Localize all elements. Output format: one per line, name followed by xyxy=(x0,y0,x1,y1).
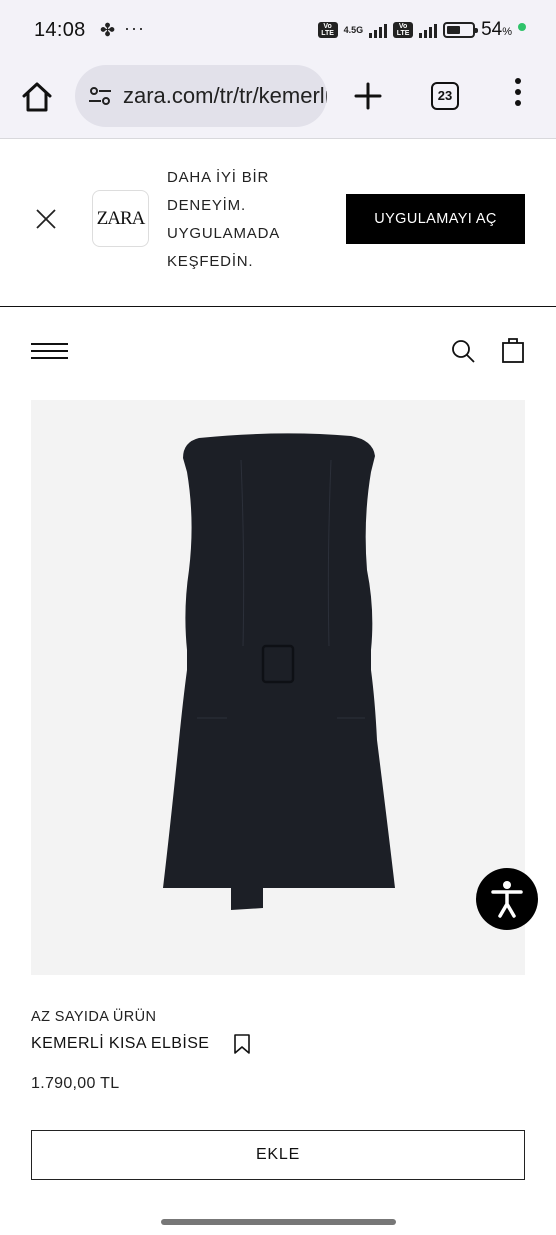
gesture-navigation-bar[interactable] xyxy=(161,1219,396,1225)
status-indicators: Vo LTE 4.5G Vo LTE 54% xyxy=(317,18,526,42)
close-icon[interactable] xyxy=(34,207,58,231)
banner-line: DAHA İYİ BİR xyxy=(167,169,270,186)
banner-line: DENEYİM. xyxy=(167,197,246,214)
product-image[interactable] xyxy=(31,400,525,975)
bookmark-icon[interactable] xyxy=(233,1034,251,1054)
stock-status-label: AZ SAYIDA ÜRÜN xyxy=(31,1009,157,1025)
add-to-cart-button[interactable]: EKLE xyxy=(31,1130,525,1180)
battery-percent: 54% xyxy=(481,19,512,40)
battery-icon xyxy=(443,22,479,38)
volte-icon-2: Vo LTE xyxy=(393,22,414,38)
network-type: 4.5G xyxy=(343,24,364,35)
volte-icon: Vo LTE xyxy=(317,22,338,38)
battery-fill xyxy=(447,26,461,34)
more-options-icon[interactable] xyxy=(510,78,526,114)
tab-switcher-button[interactable]: 23 xyxy=(431,82,459,110)
home-icon[interactable] xyxy=(20,80,54,114)
hamburger-menu-icon[interactable] xyxy=(31,343,68,359)
signal-icon-2 xyxy=(419,22,438,38)
accessibility-icon xyxy=(491,881,523,918)
shopping-bag-icon[interactable] xyxy=(500,336,526,364)
address-bar[interactable]: zara.com/tr/tr/kemerli-kisa xyxy=(75,65,327,127)
plus-icon[interactable] xyxy=(352,80,384,112)
site-settings-icon[interactable] xyxy=(87,83,113,109)
site-header xyxy=(0,308,556,398)
banner-line: UYGULAMADA xyxy=(167,225,281,242)
product-name: KEMERLİ KISA ELBİSE xyxy=(31,1035,210,1052)
charging-dot xyxy=(518,23,526,31)
zara-logo-text: ZARA xyxy=(96,207,146,229)
banner-message: DAHA İYİ BİR DENEYİM. UYGULAMADA KEŞFEDİ… xyxy=(167,164,327,276)
status-bar: 14:08 ✤ ··· Vo LTE 4.5G Vo LTE 54% xyxy=(0,0,556,60)
clover-icon: ✤ xyxy=(100,20,116,40)
banner-line: KEŞFEDİN. xyxy=(167,253,254,270)
search-icon[interactable] xyxy=(450,338,476,364)
open-app-button[interactable]: UYGULAMAYI AÇ xyxy=(346,194,525,244)
more-notifications-icon: ··· xyxy=(124,18,145,38)
accessibility-button[interactable] xyxy=(476,868,538,930)
browser-toolbar: zara.com/tr/tr/kemerli-kisa 23 xyxy=(0,60,556,139)
signal-icon xyxy=(369,22,388,38)
zara-app-logo: ZARA xyxy=(92,190,149,247)
product-price: 1.790,00 TL xyxy=(31,1075,120,1092)
status-time: 14:08 xyxy=(34,19,86,41)
app-install-banner: ZARA DAHA İYİ BİR DENEYİM. UYGULAMADA KE… xyxy=(0,140,556,307)
url-text: zara.com/tr/tr/kemerli-kisa xyxy=(123,83,327,108)
dress-image xyxy=(163,433,395,910)
